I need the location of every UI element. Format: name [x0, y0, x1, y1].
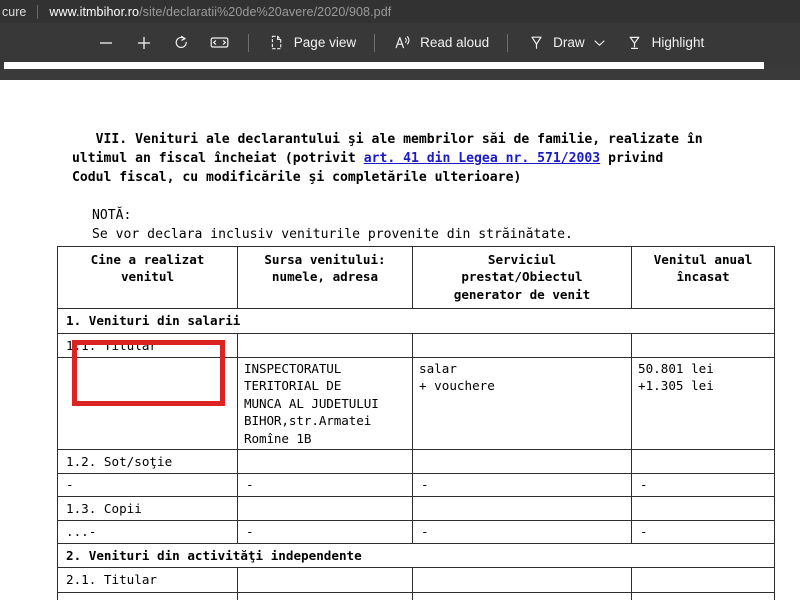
row-label-1-3: 1.3. Copii [58, 496, 238, 520]
row-cell: - [413, 521, 632, 543]
draw-pen-icon [526, 33, 546, 53]
pdf-viewer-toolbar: Page view Read aloud Dra [0, 23, 800, 62]
table-row: 1.3. Copii [58, 496, 775, 520]
toolbar-page-gap [4, 62, 764, 69]
highlight-label: Highlight [652, 35, 705, 50]
row-cell: - [58, 474, 238, 496]
heading-line-1: VII. Venituri ale declarantului şi ale m… [72, 130, 772, 149]
section-label-2: 2. Venituri din activităţi independente [58, 543, 775, 567]
rotate-button[interactable] [163, 29, 201, 57]
rotate-icon [172, 33, 192, 53]
table-row: 1.2. Sot/soţie [58, 450, 775, 474]
toolbar-separator-3 [507, 34, 508, 52]
row-cell [632, 450, 775, 474]
row-cell: ...- [58, 592, 238, 600]
url-text[interactable]: www.itmbihor.ro/site/declaratii%20de%20a… [49, 5, 391, 19]
urlbar-divider [37, 5, 38, 19]
row-label-2-1: 2.1. Titular [58, 568, 238, 592]
draw-label: Draw [553, 35, 585, 50]
row-cell [238, 496, 413, 520]
pdf-page: VII. Venituri ale declarantului şi ale m… [0, 80, 800, 600]
minus-icon [96, 33, 116, 53]
row-label-1-2: 1.2. Sot/soţie [58, 450, 238, 474]
note-text: Se vor declara inclusiv veniturile prove… [92, 225, 752, 244]
table-header-row: Cine a realizat venitul Sursa venitului:… [58, 247, 775, 309]
row-cell [413, 450, 632, 474]
heading-line-3: Codul fiscal, cu modificările şi complet… [72, 168, 772, 187]
fit-to-width-icon [210, 33, 230, 53]
row-cell: - [238, 592, 413, 600]
note-block: NOTĂ: Se vor declara inclusiv veniturile… [92, 206, 752, 244]
toolbar-separator-1 [248, 34, 249, 52]
security-status-label: cure [0, 5, 26, 19]
service-cell: salar + vouchere [413, 358, 632, 450]
highlight-button[interactable]: Highlight [616, 29, 714, 57]
column-header-who: Cine a realizat venitul [58, 247, 238, 309]
table-section-row: 2. Venituri din activităţi independente [58, 543, 775, 567]
row-cell [238, 568, 413, 592]
table-row: ...- - - - [58, 521, 775, 543]
page-view-icon [267, 33, 287, 53]
toolbar-separator-2 [374, 34, 375, 52]
read-aloud-label: Read aloud [420, 35, 489, 50]
url-host: www.itmbihor.ro [49, 5, 139, 19]
fit-to-width-button[interactable] [201, 29, 239, 57]
row-cell [413, 333, 632, 357]
toolbar-edge-right [764, 62, 800, 69]
browser-url-bar[interactable]: cure www.itmbihor.ro/site/declaratii%20d… [0, 0, 800, 23]
law-reference-link[interactable]: art. 41 din Legea nr. 571/2003 [364, 151, 601, 166]
row-cell: - [238, 474, 413, 496]
section-vii-heading: VII. Venituri ale declarantului şi ale m… [72, 130, 772, 187]
heading-line-2: ultimul an fiscal încheiat (potrivit art… [72, 149, 772, 168]
row-cell [238, 333, 413, 357]
row-cell [632, 568, 775, 592]
read-aloud-icon [393, 33, 413, 53]
page-view-button[interactable]: Page view [258, 29, 365, 57]
heading-line-2-post: privind [600, 151, 663, 166]
viewer-background-strip [0, 69, 800, 80]
row-cell [413, 496, 632, 520]
section-label-1: 1. Venituri din salarii [58, 309, 775, 333]
table-row: - - - - [58, 474, 775, 496]
row-cell [632, 496, 775, 520]
zoom-in-button[interactable] [125, 29, 163, 57]
plus-icon [134, 33, 154, 53]
chevron-down-icon[interactable] [593, 33, 607, 53]
heading-line-2-pre: ultimul an fiscal încheiat (potrivit [72, 151, 364, 166]
zoom-out-button[interactable] [87, 29, 125, 57]
column-header-amount: Venitul anual încasat [632, 247, 775, 309]
column-header-service: Serviciul prestat/Obiectul generator de … [413, 247, 632, 309]
table-section-row: 1. Venituri din salarii [58, 309, 775, 333]
highlight-marker-icon [625, 33, 645, 53]
row-cell [632, 333, 775, 357]
amount-cell: 50.801 lei +1.305 lei [632, 358, 775, 450]
row-cell: - [413, 592, 632, 600]
row-cell: ...- [58, 521, 238, 543]
table-row: 2.1. Titular [58, 568, 775, 592]
url-path: /site/declaratii%20de%20avere/2020/908.p… [139, 5, 391, 19]
draw-button[interactable]: Draw [517, 29, 616, 57]
column-header-source: Sursa venitului: numele, adresa [238, 247, 413, 309]
note-title: NOTĂ: [92, 206, 752, 225]
table-row: ...- - - - [58, 592, 775, 600]
page-view-label: Page view [294, 35, 356, 50]
row-cell: - [632, 474, 775, 496]
row-cell [413, 568, 632, 592]
redaction-box [72, 340, 225, 406]
row-cell: - [632, 521, 775, 543]
income-table: Cine a realizat venitul Sursa venitului:… [57, 246, 775, 600]
row-cell: - [413, 474, 632, 496]
employer-address-cell: INSPECTORATUL TERITORIAL DE MUNCA AL JUD… [238, 358, 413, 450]
row-cell: - [238, 521, 413, 543]
row-cell: - [632, 592, 775, 600]
row-cell [238, 450, 413, 474]
read-aloud-button[interactable]: Read aloud [384, 29, 498, 57]
